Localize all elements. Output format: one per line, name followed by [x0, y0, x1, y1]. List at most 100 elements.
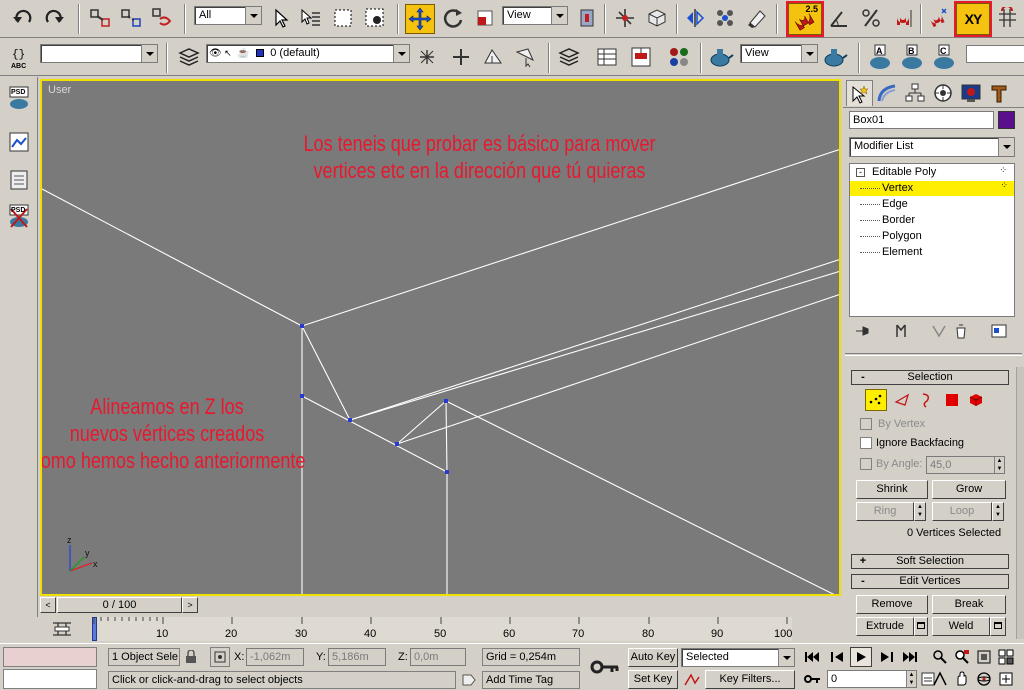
- polygon-level-icon[interactable]: [941, 389, 963, 411]
- selection-rollout-header[interactable]: - Selection: [851, 370, 1009, 385]
- tab-utilities-icon[interactable]: [986, 80, 1012, 106]
- edit-vertices-rollout-header[interactable]: - Edit Vertices: [851, 574, 1009, 589]
- layer-dropdown[interactable]: 👁 ↖ ☕ 0 (default): [206, 44, 410, 63]
- select-and-move-icon[interactable]: [405, 4, 435, 34]
- track-bar[interactable]: 10 20 30 40 50 60 70 80 90 100: [40, 615, 841, 643]
- go-to-start-icon[interactable]: [800, 647, 824, 667]
- stack-item-vertex[interactable]: Vertex ⁘: [850, 180, 1014, 196]
- layers-toggle-icon[interactable]: [556, 44, 582, 70]
- maximize-viewport-icon[interactable]: [996, 669, 1016, 689]
- extrude-button[interactable]: Extrude: [856, 617, 914, 636]
- layer-manager-icon[interactable]: [176, 44, 202, 70]
- unlink-selection-icon[interactable]: [118, 5, 144, 31]
- array-icon[interactable]: [712, 5, 738, 31]
- pan-icon[interactable]: [952, 669, 972, 689]
- extrude-settings-button[interactable]: [914, 617, 928, 636]
- mirror-icon[interactable]: [682, 5, 708, 31]
- bind-space-warp-icon[interactable]: [149, 5, 175, 31]
- stack-item-edge[interactable]: Edge: [850, 197, 1014, 212]
- render-view-dropdown[interactable]: View: [740, 44, 818, 63]
- select-and-link-icon[interactable]: [87, 5, 113, 31]
- set-key-button[interactable]: Set Key: [628, 670, 678, 689]
- field-of-view-icon[interactable]: [930, 669, 950, 689]
- maxscript-input[interactable]: [3, 669, 97, 689]
- undo-icon[interactable]: [10, 5, 36, 31]
- stack-item-polygon[interactable]: Polygon: [850, 229, 1014, 244]
- time-tag-icon[interactable]: [458, 670, 480, 690]
- select-and-scale-icon[interactable]: [472, 5, 498, 31]
- previous-frame-icon[interactable]: [826, 647, 850, 667]
- tab-hierarchy-icon[interactable]: [902, 80, 928, 106]
- make-unique-icon[interactable]: [929, 321, 949, 341]
- object-color-swatch[interactable]: [998, 111, 1015, 129]
- constraint-magnet-icon[interactable]: [924, 5, 950, 31]
- teapot-icon[interactable]: ☕: [237, 45, 253, 62]
- viewport-background-icon[interactable]: [6, 129, 32, 155]
- edge-level-icon[interactable]: [891, 389, 913, 411]
- play-icon[interactable]: [850, 647, 872, 667]
- stack-item-editable-poly[interactable]: - Editable Poly ⁘: [852, 165, 1012, 181]
- collapse-icon[interactable]: -: [856, 168, 865, 177]
- ignore-backfacing-checkbox[interactable]: [860, 437, 872, 449]
- snap-toggle-icon[interactable]: 2.5: [786, 1, 824, 37]
- zoom-all-icon[interactable]: [952, 647, 972, 667]
- manipulate-icon[interactable]: [612, 5, 638, 31]
- set-current-layer-icon[interactable]: [512, 44, 538, 70]
- tab-create-icon[interactable]: [846, 80, 873, 106]
- go-to-end-icon[interactable]: [898, 647, 922, 667]
- restrict-to-xy-icon[interactable]: XY: [954, 1, 992, 37]
- zoom-extents-icon[interactable]: [974, 647, 994, 667]
- file-list-icon[interactable]: [6, 167, 32, 193]
- vertex-level-icon[interactable]: [865, 389, 887, 411]
- key-mode-dropdown[interactable]: Selected: [681, 648, 795, 667]
- eye-icon[interactable]: 👁: [209, 45, 222, 62]
- ring-button[interactable]: Ring: [856, 502, 914, 521]
- time-slider-thumb[interactable]: 0 / 100: [57, 597, 182, 613]
- configure-modifier-sets-icon[interactable]: [989, 321, 1009, 341]
- named-selection-dropdown[interactable]: [40, 44, 158, 63]
- window-crossing-icon[interactable]: [362, 5, 388, 31]
- spinner-snap-icon[interactable]: [890, 5, 916, 31]
- panel-scrollbar[interactable]: [1016, 367, 1024, 639]
- reference-coordinate-dropdown[interactable]: View: [502, 6, 568, 25]
- grow-button[interactable]: Grow: [932, 480, 1006, 499]
- z-coord-field[interactable]: 0,0m: [410, 648, 466, 666]
- zoom-extents-all-icon[interactable]: [996, 647, 1016, 667]
- weld-settings-button[interactable]: [990, 617, 1006, 636]
- angle-snap-icon[interactable]: [826, 5, 852, 31]
- pointer-icon[interactable]: ↖: [224, 45, 234, 62]
- object-name-field[interactable]: Box01: [849, 111, 994, 129]
- render-scene-icon[interactable]: [708, 44, 734, 70]
- ring-spinner[interactable]: ▲ ▼: [914, 502, 926, 521]
- zoom-icon[interactable]: [930, 647, 950, 667]
- tab-display-icon[interactable]: [958, 80, 984, 106]
- remove-button[interactable]: Remove: [856, 595, 928, 614]
- key-filters-button[interactable]: Key Filters...: [705, 670, 795, 689]
- stack-item-element[interactable]: Element: [850, 245, 1014, 260]
- next-frame-icon[interactable]: [874, 647, 898, 667]
- spinner-arrows-icon[interactable]: ▲ ▼: [994, 457, 1004, 473]
- pivot-point-center-icon[interactable]: [574, 5, 600, 31]
- element-level-icon[interactable]: [965, 389, 987, 411]
- key-tangents-icon[interactable]: [681, 670, 703, 690]
- schematic-view-icon[interactable]: [628, 44, 654, 70]
- absolute-mode-icon[interactable]: [210, 647, 230, 667]
- redo-icon[interactable]: [41, 5, 67, 31]
- loop-spinner[interactable]: ▲ ▼: [992, 502, 1004, 521]
- weld-button[interactable]: Weld: [932, 617, 990, 636]
- viewport[interactable]: User Los teneis que probar es básico par…: [40, 79, 841, 596]
- toolbar-overflow-field[interactable]: [966, 45, 1024, 63]
- quick-render-icon[interactable]: [822, 44, 848, 70]
- tab-motion-icon[interactable]: [930, 80, 956, 106]
- psd-remove-icon[interactable]: PSD: [6, 203, 32, 229]
- set-key-icon[interactable]: [588, 652, 622, 682]
- time-slider-next[interactable]: >: [182, 597, 198, 613]
- create-layer-icon[interactable]: [414, 44, 440, 70]
- mini-curve-editor-icon[interactable]: [48, 617, 76, 641]
- arc-rotate-icon[interactable]: [974, 669, 994, 689]
- rectangular-selection-icon[interactable]: [330, 5, 356, 31]
- x-coord-field[interactable]: -1,062m: [246, 648, 304, 666]
- angle-spinner[interactable]: 45,0 ▲ ▼: [926, 456, 1005, 474]
- select-objects-in-layer-icon[interactable]: [480, 44, 506, 70]
- modifier-list-dropdown[interactable]: Modifier List: [849, 137, 1015, 157]
